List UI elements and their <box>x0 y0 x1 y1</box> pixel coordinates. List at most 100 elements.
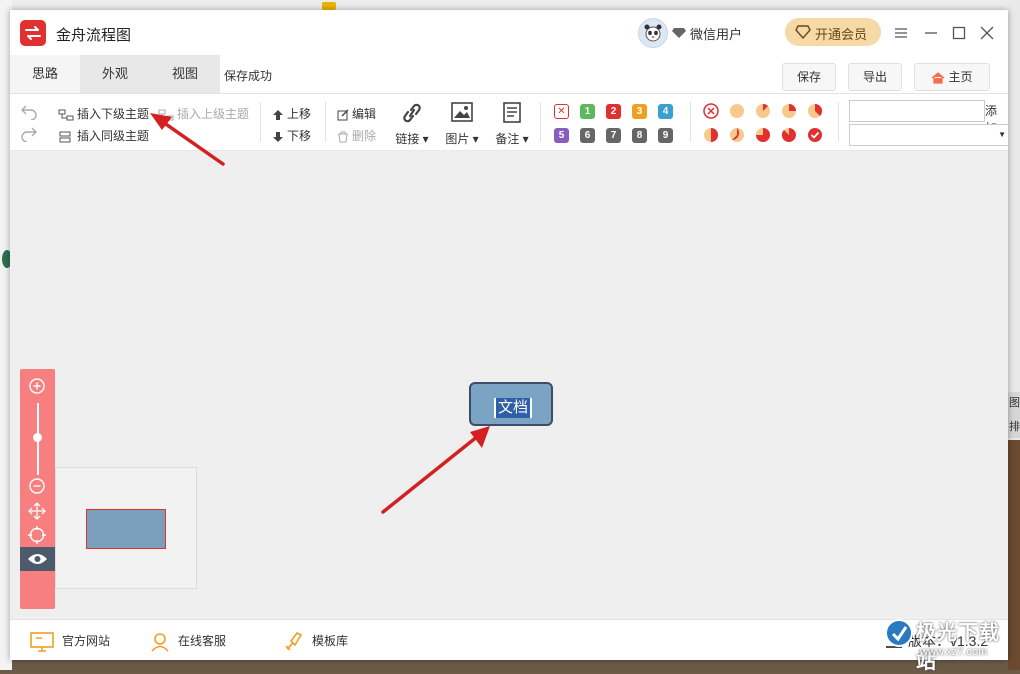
edit-label: 编辑 <box>352 107 377 121</box>
node-text: 文档 <box>496 398 531 418</box>
home-icon <box>932 72 945 84</box>
priority-6-icon[interactable]: 6 <box>580 128 595 143</box>
progress-done-icon[interactable] <box>807 127 823 143</box>
link-button[interactable]: 链接 ▾ <box>392 102 432 146</box>
export-button[interactable]: 导出 <box>848 63 902 91</box>
trash-icon <box>338 131 348 143</box>
zoom-in-icon[interactable] <box>28 377 46 395</box>
image-button[interactable]: 图片 ▾ <box>442 102 482 146</box>
progress-50-icon[interactable] <box>703 127 719 143</box>
desktop-folder-icon <box>322 2 336 10</box>
tab-outline[interactable]: 思路 <box>10 55 80 93</box>
zoom-slider-thumb[interactable] <box>33 433 42 442</box>
progress-87-icon[interactable] <box>781 127 797 143</box>
eye-icon <box>28 554 47 564</box>
user-avatar[interactable] <box>638 18 668 48</box>
menu-icon[interactable] <box>892 24 910 42</box>
priority-1-icon[interactable]: 1 <box>580 104 595 119</box>
tag-select[interactable]: ▼ <box>849 124 1008 146</box>
watermark-text: 极光下载站 <box>916 622 1000 673</box>
progress-25-icon[interactable] <box>781 103 797 119</box>
home-button[interactable]: 主页 <box>914 63 990 91</box>
background-tab-2: 排 <box>1009 421 1020 433</box>
move-up-button[interactable]: 上移 <box>272 105 311 122</box>
note-icon <box>503 102 521 123</box>
toolbar-separator <box>838 102 839 142</box>
insert-sibling-button[interactable]: 插入同级主题 <box>58 127 149 144</box>
progress-37-icon[interactable] <box>807 103 823 119</box>
minimap-viewport[interactable] <box>86 509 166 549</box>
progress-62-icon[interactable] <box>729 127 745 143</box>
image-label: 图片 <box>445 132 470 146</box>
official-website-link[interactable]: 官方网站 <box>30 632 110 652</box>
status-bar: 官方网站 在线客服 模板库 版本：v1.3.2 <box>10 619 1008 660</box>
minimap[interactable] <box>55 467 197 589</box>
center-target-icon[interactable] <box>28 526 46 544</box>
minimize-icon[interactable] <box>922 24 940 42</box>
arrow-down-icon <box>273 131 283 142</box>
minimap-toggle[interactable] <box>20 547 55 571</box>
online-support-link[interactable]: 在线客服 <box>150 632 226 652</box>
zoom-out-icon[interactable] <box>28 477 46 495</box>
delete-button[interactable]: 删除 <box>337 127 376 144</box>
priority-8-icon[interactable]: 8 <box>632 128 647 143</box>
tab-appearance[interactable]: 外观 <box>80 55 150 93</box>
edit-button[interactable]: 编辑 <box>337 105 376 122</box>
progress-0-icon[interactable] <box>729 103 745 119</box>
move-canvas-icon[interactable] <box>28 502 46 520</box>
arrow-up-icon <box>273 109 283 120</box>
note-button[interactable]: 备注 ▾ <box>492 102 532 146</box>
maximize-icon[interactable] <box>950 24 968 42</box>
priority-5-icon[interactable]: 5 <box>554 128 569 143</box>
priority-2-icon[interactable]: 2 <box>606 104 621 119</box>
node-text-editor[interactable]: 文档 <box>494 398 533 418</box>
undo-icon[interactable] <box>20 104 38 120</box>
user-name[interactable]: 微信用户 <box>690 24 742 43</box>
toolbar-separator <box>325 102 326 142</box>
template-library-link[interactable]: 模板库 <box>284 631 348 652</box>
edit-icon <box>337 109 349 121</box>
menu-bar: 思路 外观 视图 保存成功 保存 导出 主页 <box>10 55 1008 94</box>
progress-75-icon[interactable] <box>755 127 771 143</box>
panda-avatar-icon <box>644 24 662 42</box>
progress-clear-icon[interactable] <box>703 103 719 119</box>
priority-3-icon[interactable]: 3 <box>632 104 647 119</box>
move-up-label: 上移 <box>287 107 312 121</box>
home-label: 主页 <box>948 70 973 84</box>
tab-view[interactable]: 视图 <box>150 55 220 93</box>
insert-parent-label: 插入上级主题 <box>177 107 250 121</box>
app-logo-icon <box>20 20 46 46</box>
central-topic-node[interactable]: 文档 <box>469 382 553 426</box>
delete-label: 删除 <box>352 129 377 143</box>
zoom-control <box>20 369 55 609</box>
vip-button[interactable]: 开通会员 <box>785 18 881 46</box>
tag-input[interactable] <box>849 100 985 122</box>
link-icon <box>403 103 421 123</box>
redo-icon[interactable] <box>20 126 38 142</box>
save-button[interactable]: 保存 <box>782 63 836 91</box>
toolbar: 插入下级主题 插入上级主题 插入同级主题 上移 下移 编辑 删除 链接 ▾ 图片… <box>10 94 1008 151</box>
watermark: 极光下载站 www.xz7.com <box>880 612 1018 673</box>
watermark-logo-icon <box>885 619 913 647</box>
vip-label: 开通会员 <box>815 27 868 42</box>
progress-12-icon[interactable] <box>755 103 771 119</box>
mindmap-canvas[interactable]: 文档 <box>10 151 1008 618</box>
toolbar-separator <box>260 102 261 142</box>
monitor-icon <box>30 632 54 652</box>
priority-4-icon[interactable]: 4 <box>658 104 673 119</box>
insert-parent-icon <box>158 109 174 121</box>
insert-sibling-icon <box>59 131 71 143</box>
priority-clear-icon[interactable]: ✕ <box>554 104 569 119</box>
priority-7-icon[interactable]: 7 <box>606 128 621 143</box>
insert-parent-button[interactable]: 插入上级主题 <box>158 105 249 122</box>
close-icon[interactable] <box>978 24 996 42</box>
app-window: 金舟流程图 微信用户 开通会员 思路 外观 视图 保存成功 保存 导出 主页 插… <box>10 10 1008 660</box>
background-window-tabs: 图 排 <box>1008 392 1020 438</box>
link-label: 链接 <box>395 132 420 146</box>
customer-service-icon <box>151 633 169 652</box>
move-down-button[interactable]: 下移 <box>272 127 311 144</box>
insert-child-button[interactable]: 插入下级主题 <box>58 105 149 122</box>
insert-child-icon <box>58 109 74 121</box>
priority-9-icon[interactable]: 9 <box>658 128 673 143</box>
toolbar-separator <box>690 102 691 142</box>
